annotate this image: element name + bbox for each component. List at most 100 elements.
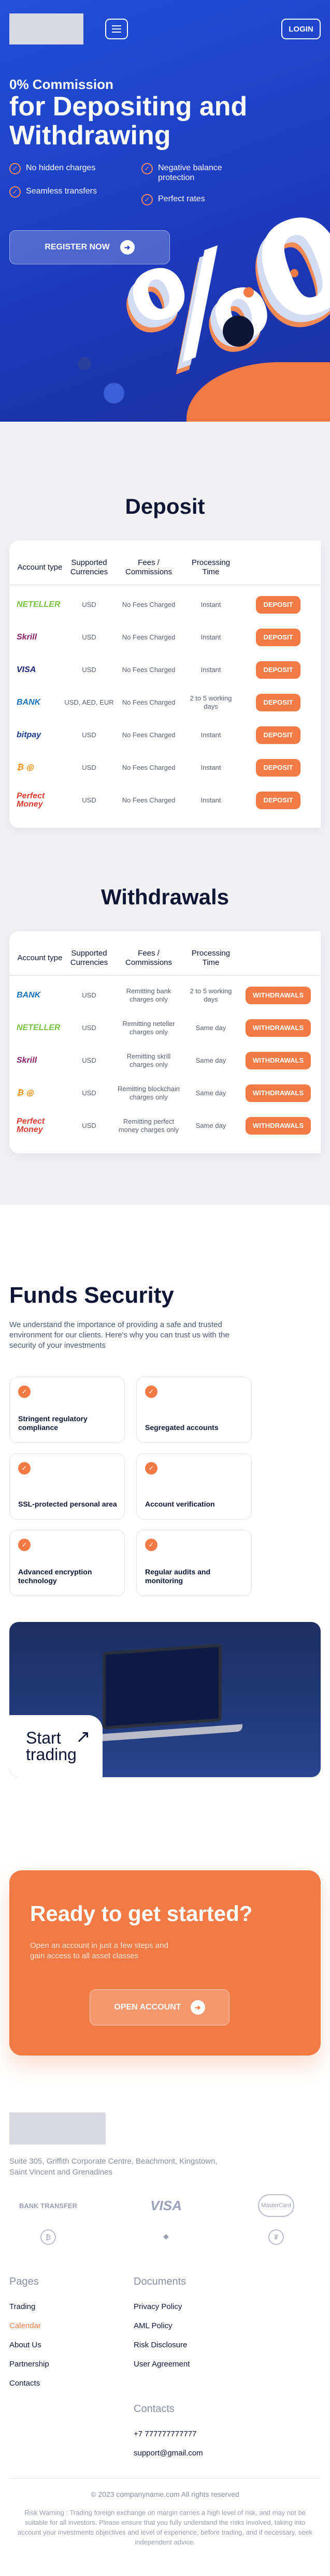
column-header: Processing Time bbox=[191, 948, 231, 967]
decor-ball bbox=[104, 383, 124, 404]
logo[interactable] bbox=[9, 13, 83, 44]
copyright: © 2023 companyname.com All rights reserv… bbox=[9, 2478, 321, 2498]
payment-brand-logo: NETELLER bbox=[17, 600, 61, 609]
footer-link-agreement[interactable]: User Agreement bbox=[134, 2360, 289, 2369]
processing-time-cell: Same day bbox=[195, 1056, 226, 1064]
footer-links: Pages Trading Calendar About Us Partners… bbox=[9, 2276, 321, 2398]
hamburger-icon bbox=[112, 28, 121, 29]
table-header: Account type Supported Currencies Fees /… bbox=[9, 550, 321, 585]
hero-title: for Depositing and Withdrawing bbox=[9, 92, 248, 151]
deposit-button[interactable]: DEPOSIT bbox=[256, 693, 300, 711]
table-row: VISA USD No Fees Charged Instant DEPOSIT bbox=[9, 653, 321, 686]
action-cell: DEPOSIT bbox=[239, 791, 317, 809]
check-icon: ✓ bbox=[141, 163, 153, 174]
action-cell: WITHDRAWALS bbox=[239, 986, 317, 1004]
security-cards: ✓ Stringent regulatory compliance ✓ Segreg… bbox=[9, 1377, 321, 1596]
laptop-image bbox=[103, 1643, 222, 1730]
footer-link-privacy[interactable]: Privacy Policy bbox=[134, 2302, 289, 2311]
withdrawals-title: Withdrawals bbox=[101, 885, 229, 909]
fees-cell: Remitting neteller charges only bbox=[122, 1019, 175, 1036]
deposit-button[interactable]: DEPOSIT bbox=[256, 661, 300, 679]
feature-item: ✓ No hidden charges bbox=[9, 163, 95, 174]
withdrawals-button[interactable]: WITHDRAWALS bbox=[245, 1019, 311, 1037]
check-icon: ✓ bbox=[145, 1462, 157, 1475]
visa-icon: VISA bbox=[150, 2197, 182, 2213]
footer-logo[interactable] bbox=[9, 2112, 106, 2145]
tether-icon: ₮ bbox=[268, 2229, 284, 2245]
column-header: Account type bbox=[17, 562, 63, 572]
withdrawals-button[interactable]: WITHDRAWALS bbox=[245, 1084, 311, 1102]
security-card: ✓ Account verification bbox=[136, 1453, 252, 1520]
pages-heading: Pages bbox=[9, 2276, 39, 2287]
arrow-up-right-icon: ↗ bbox=[76, 1727, 91, 1747]
withdrawals-button[interactable]: WITHDRAWALS bbox=[245, 986, 311, 1004]
register-button[interactable]: REGISTER NOW ➜ bbox=[9, 230, 170, 264]
check-icon: ✓ bbox=[18, 1386, 31, 1398]
check-icon: ✓ bbox=[18, 1539, 31, 1551]
currency-cell: USD bbox=[82, 763, 96, 771]
processing-time-cell: Instant bbox=[200, 665, 221, 674]
action-cell: WITHDRAWALS bbox=[239, 1051, 317, 1069]
security-card: ✓ Stringent regulatory compliance bbox=[9, 1377, 125, 1443]
footer-link-aml[interactable]: AML Policy bbox=[134, 2321, 289, 2330]
menu-button[interactable] bbox=[105, 19, 128, 39]
email-link[interactable]: support@gmail.com bbox=[134, 2449, 321, 2458]
fees-cell: No Fees Charged bbox=[122, 796, 176, 804]
footer-link-calendar[interactable]: Calendar bbox=[9, 2321, 134, 2330]
processing-time-cell: Instant bbox=[200, 763, 221, 771]
phone-link[interactable]: +7 777777777777 bbox=[134, 2430, 321, 2438]
action-cell: WITHDRAWALS bbox=[239, 1019, 317, 1037]
fees-cell: No Fees Charged bbox=[122, 763, 176, 771]
open-account-button[interactable]: OPEN ACCOUNT ➜ bbox=[90, 1989, 229, 2026]
currency-cell: USD bbox=[82, 1121, 96, 1129]
column-header: Processing Time bbox=[191, 558, 231, 576]
currency-cell: USD bbox=[82, 600, 96, 608]
bank-transfer-icon: BANK TRANSFER bbox=[19, 2201, 77, 2210]
payment-brand-logo: ₿ ◎ bbox=[17, 763, 34, 772]
deposit-button[interactable]: DEPOSIT bbox=[256, 726, 300, 744]
currency-cell: USD bbox=[82, 1089, 96, 1097]
table-row: bitpay USD No Fees Charged Instant DEPOSIT bbox=[9, 719, 321, 751]
documents-heading: Documents bbox=[134, 2276, 186, 2287]
footer-link-risk[interactable]: Risk Disclosure bbox=[134, 2341, 289, 2349]
currency-cell: USD bbox=[82, 1023, 96, 1032]
check-icon: ✓ bbox=[141, 194, 153, 205]
payment-brand-logo: Skrill bbox=[17, 1055, 37, 1065]
decor-ball bbox=[78, 357, 91, 370]
footer: Suite 305, Griffith Corporate Centre, Be… bbox=[0, 2056, 330, 2557]
deposit-button[interactable]: DEPOSIT bbox=[256, 791, 300, 809]
action-cell: DEPOSIT bbox=[239, 595, 317, 614]
deposit-button[interactable]: DEPOSIT bbox=[256, 758, 300, 777]
start-trading-link[interactable]: Start trading ↗ bbox=[9, 1715, 103, 1777]
processing-time-cell: Instant bbox=[200, 600, 221, 608]
login-button[interactable]: LOGIN bbox=[281, 19, 321, 39]
payment-brand-logo: Skrill bbox=[17, 632, 37, 642]
hamburger-icon bbox=[112, 32, 121, 33]
table-header: Account type Supported Currencies Fees /… bbox=[9, 941, 321, 976]
withdrawals-button[interactable]: WITHDRAWALS bbox=[245, 1116, 311, 1135]
footer-link-partnership[interactable]: Partnership bbox=[9, 2360, 134, 2369]
payment-brand-logo: Perfect Money bbox=[17, 1116, 45, 1134]
processing-time-cell: Instant bbox=[200, 731, 221, 739]
security-card: ✓ Regular audits and monitoring bbox=[136, 1530, 252, 1596]
column-header: Fees / Commissions bbox=[125, 558, 172, 576]
table-row: Perfect Money USD No Fees Charged Instant DE… bbox=[9, 784, 321, 816]
footer-link-contacts[interactable]: Contacts bbox=[9, 2379, 134, 2388]
action-cell: DEPOSIT bbox=[239, 726, 317, 744]
processing-time-cell: Same day bbox=[195, 1023, 226, 1032]
table-row: ₿ ◎ USD Remitting blockchain charges only S… bbox=[9, 1077, 321, 1109]
processing-time-cell: 2 to 5 working days bbox=[190, 987, 232, 1003]
payment-brand-logo: NETELLER bbox=[17, 1023, 61, 1032]
withdrawals-button[interactable]: WITHDRAWALS bbox=[245, 1051, 311, 1069]
start-trading-banner[interactable]: Start trading ↗ bbox=[9, 1622, 321, 1777]
currency-cell: USD bbox=[82, 1056, 96, 1064]
pages-column: Pages Trading Calendar About Us Partners… bbox=[9, 2276, 134, 2398]
cta-text: Open an account in just a few steps and … bbox=[30, 1941, 168, 1960]
currency-cell: USD bbox=[82, 633, 96, 641]
payment-brand-logo: bitpay bbox=[17, 730, 41, 739]
footer-link-trading[interactable]: Trading bbox=[9, 2302, 134, 2311]
footer-link-about[interactable]: About Us bbox=[9, 2341, 134, 2349]
deposit-button[interactable]: DEPOSIT bbox=[256, 595, 300, 614]
bitcoin-icon: ₿ bbox=[40, 2229, 56, 2245]
deposit-button[interactable]: DEPOSIT bbox=[256, 628, 300, 646]
